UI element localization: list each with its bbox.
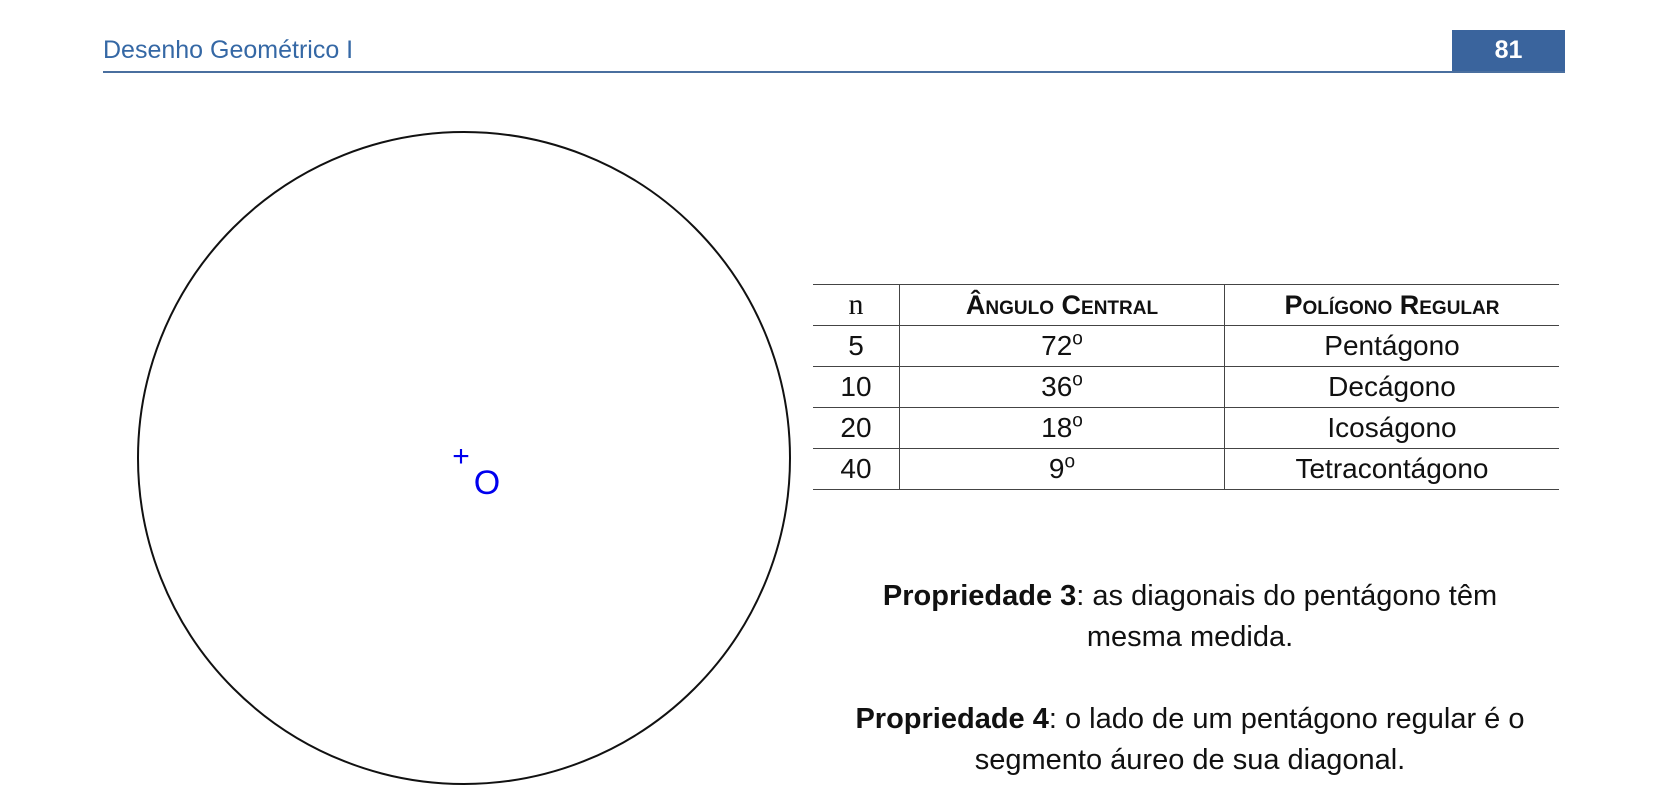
- cell-angle: 36o: [899, 366, 1225, 408]
- property-3-line1: Propriedade 3: as diagonais do pentágono…: [830, 576, 1550, 617]
- property-4: Propriedade 4: o lado de um pentágono re…: [820, 699, 1560, 781]
- property-4-line2: segmento áureo de sua diagonal.: [974, 744, 1406, 776]
- cell-n: 20: [813, 407, 900, 449]
- header-n: n: [813, 284, 900, 326]
- property-3: Propriedade 3: as diagonais do pentágono…: [830, 576, 1550, 658]
- angle-table-container: n Ângulo Central Polígono Regular 5 72o …: [813, 284, 1559, 490]
- angle-value: 72: [1041, 330, 1073, 361]
- center-mark: +: [452, 440, 470, 473]
- angle-value: 18: [1041, 412, 1073, 443]
- cell-polygon: Tetracontágono: [1224, 448, 1559, 490]
- table-row: 20 18o Icoságono: [813, 407, 1559, 449]
- circle-figure: + O: [134, 128, 794, 788]
- degree-symbol: o: [1072, 410, 1083, 432]
- header-angle: Ângulo Central: [899, 284, 1225, 326]
- center-label: O: [474, 464, 500, 502]
- angle-value: 36: [1041, 371, 1073, 402]
- property-3-text: : as diagonais do pentágono têm: [1076, 580, 1498, 612]
- cell-polygon: Decágono: [1224, 366, 1559, 408]
- circle-svg: + O: [137, 131, 791, 785]
- property-4-label: Propriedade 4: [855, 703, 1049, 735]
- cell-angle: 18o: [899, 407, 1225, 449]
- property-3-line2: mesma medida.: [1086, 621, 1294, 653]
- cell-angle: 72o: [899, 325, 1225, 367]
- table-row: 40 9o Tetracontágono: [813, 448, 1559, 490]
- table-header-row: n Ângulo Central Polígono Regular: [813, 284, 1559, 326]
- header-polygon: Polígono Regular: [1224, 284, 1559, 326]
- cell-n: 5: [813, 325, 900, 367]
- angle-table: n Ângulo Central Polígono Regular 5 72o …: [813, 284, 1559, 490]
- page-number: 81: [1452, 30, 1565, 71]
- property-3-label: Propriedade 3: [882, 580, 1077, 612]
- degree-symbol: o: [1072, 328, 1083, 350]
- table-row: 5 72o Pentágono: [813, 325, 1559, 367]
- cell-polygon: Pentágono: [1224, 325, 1559, 367]
- angle-value: 9: [1048, 453, 1065, 484]
- degree-symbol: o: [1072, 369, 1083, 391]
- cell-n: 40: [813, 448, 900, 490]
- property-4-line1: Propriedade 4: o lado de um pentágono re…: [820, 699, 1560, 740]
- degree-symbol: o: [1064, 451, 1076, 473]
- cell-polygon: Icoságono: [1224, 407, 1559, 449]
- page-header: Desenho Geométrico I 81: [103, 30, 1565, 73]
- cell-n: 10: [813, 366, 900, 408]
- table-row: 10 36o Decágono: [813, 366, 1559, 408]
- header-title: Desenho Geométrico I: [103, 36, 354, 64]
- property-4-text: : o lado de um pentágono regular é o: [1048, 703, 1525, 735]
- cell-angle: 9o: [899, 448, 1225, 490]
